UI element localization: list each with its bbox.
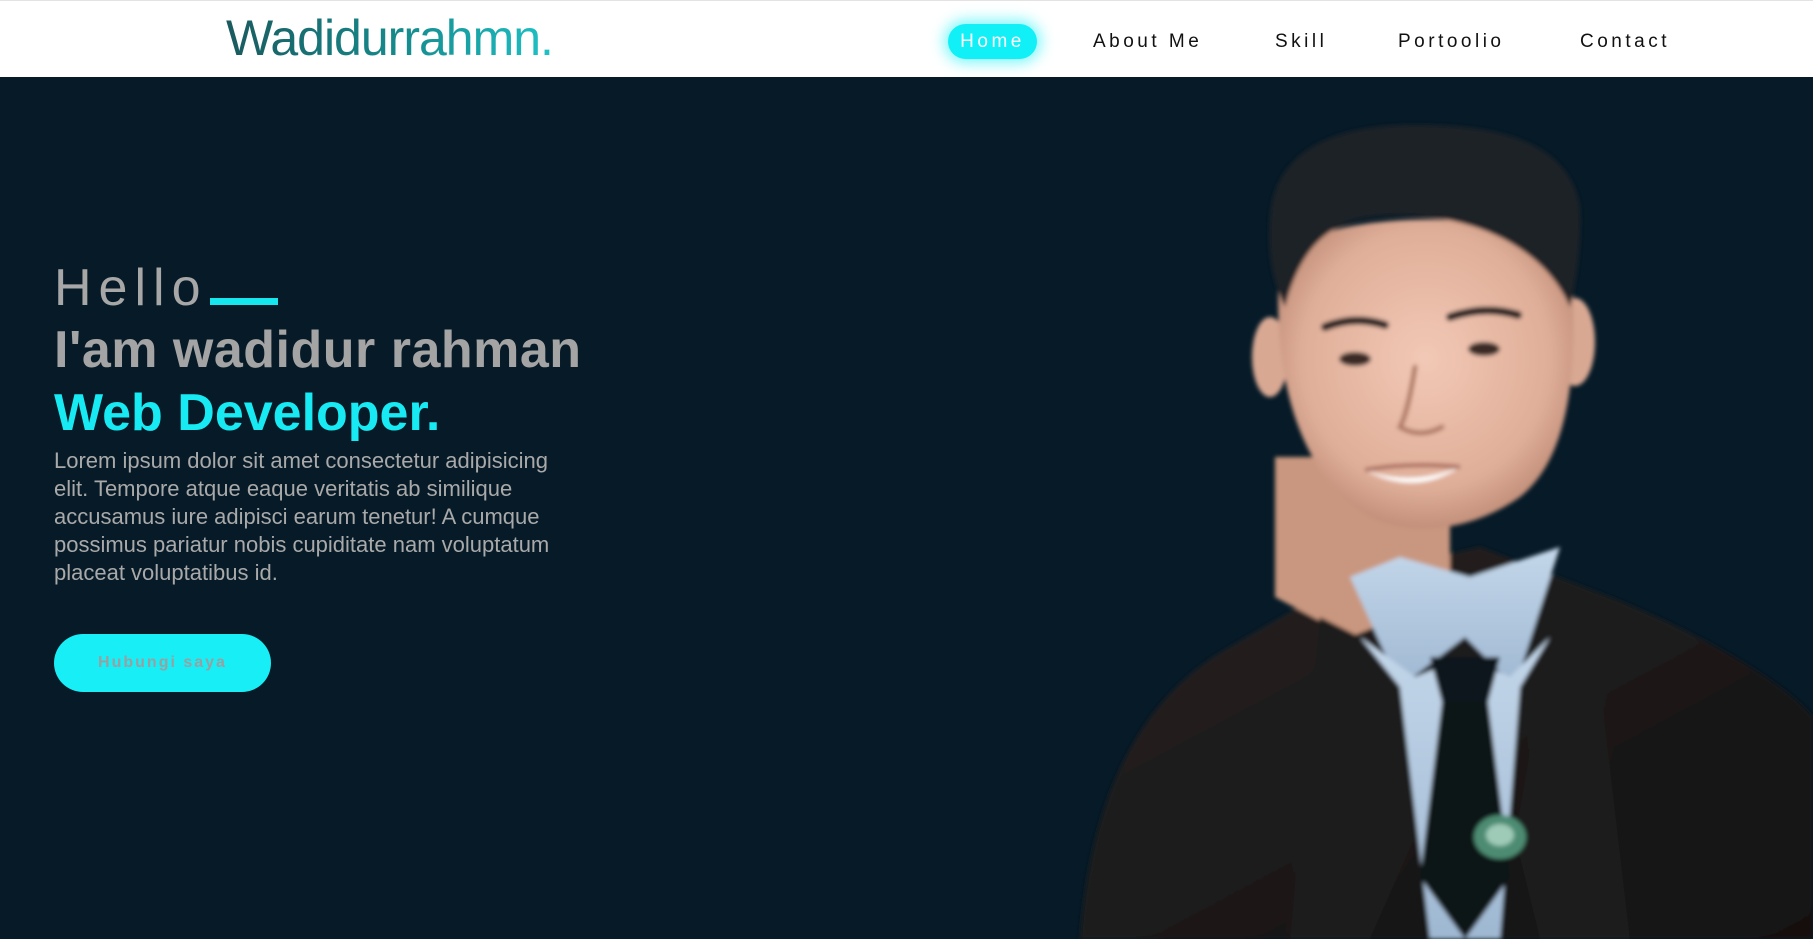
- navbar: Wadidurrahmn. Home About Me Skill Portoo…: [0, 0, 1813, 77]
- nav-link-portfolio[interactable]: Portoolio: [1398, 31, 1505, 53]
- profile-photo: [1080, 124, 1813, 939]
- site-logo[interactable]: Wadidurrahmn.: [226, 7, 554, 69]
- hero-greeting: Hello: [54, 259, 208, 317]
- nav-link-skill[interactable]: Skill: [1275, 31, 1327, 53]
- contact-me-button[interactable]: Hubungi saya: [54, 634, 271, 692]
- hero-name: I'am wadidur rahman: [54, 321, 582, 379]
- hero-description: Lorem ipsum dolor sit amet consectetur a…: [54, 448, 550, 585]
- nav-link-about[interactable]: About Me: [1093, 31, 1202, 53]
- greeting-underline: [210, 298, 278, 305]
- nav-link-contact[interactable]: Contact: [1580, 31, 1670, 53]
- hero-role: Web Developer.: [54, 384, 441, 442]
- nav-link-home[interactable]: Home: [948, 24, 1037, 59]
